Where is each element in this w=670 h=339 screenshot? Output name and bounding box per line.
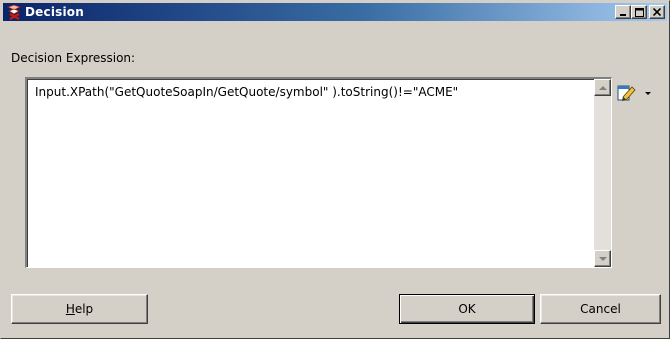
minimize-button[interactable] [615,5,631,19]
edit-pencil-icon [617,85,636,101]
decision-dialog: Decision Decision Expression: Input.XPat… [0,0,670,339]
help-label: Help [65,302,94,316]
expression-text[interactable]: Input.XPath("GetQuoteSoapIn/GetQuote/sym… [35,85,587,99]
chevron-up-icon [598,85,607,90]
maximize-icon [634,7,644,17]
window-title: Decision [25,5,84,19]
maximize-button[interactable] [631,5,647,19]
edit-dropdown-button[interactable] [641,86,655,100]
scroll-down-button[interactable] [594,250,611,267]
chevron-down-icon [598,256,607,261]
cancel-button[interactable]: Cancel [540,294,661,324]
vertical-scrollbar[interactable] [594,79,611,267]
expression-label: Decision Expression: [11,51,136,65]
close-icon [653,8,661,16]
dropdown-arrow-icon [645,91,651,95]
minimize-icon [620,14,626,16]
decision-app-icon [6,4,22,20]
ok-button[interactable]: OK [399,294,535,324]
scroll-up-button[interactable] [594,79,611,96]
edit-expression-button[interactable] [616,81,638,103]
title-bar[interactable]: Decision [3,3,667,21]
expression-editor[interactable]: Input.XPath("GetQuoteSoapIn/GetQuote/sym… [25,77,612,268]
close-button[interactable] [649,5,665,19]
window-controls [615,5,665,19]
help-button[interactable]: Help [11,294,148,324]
